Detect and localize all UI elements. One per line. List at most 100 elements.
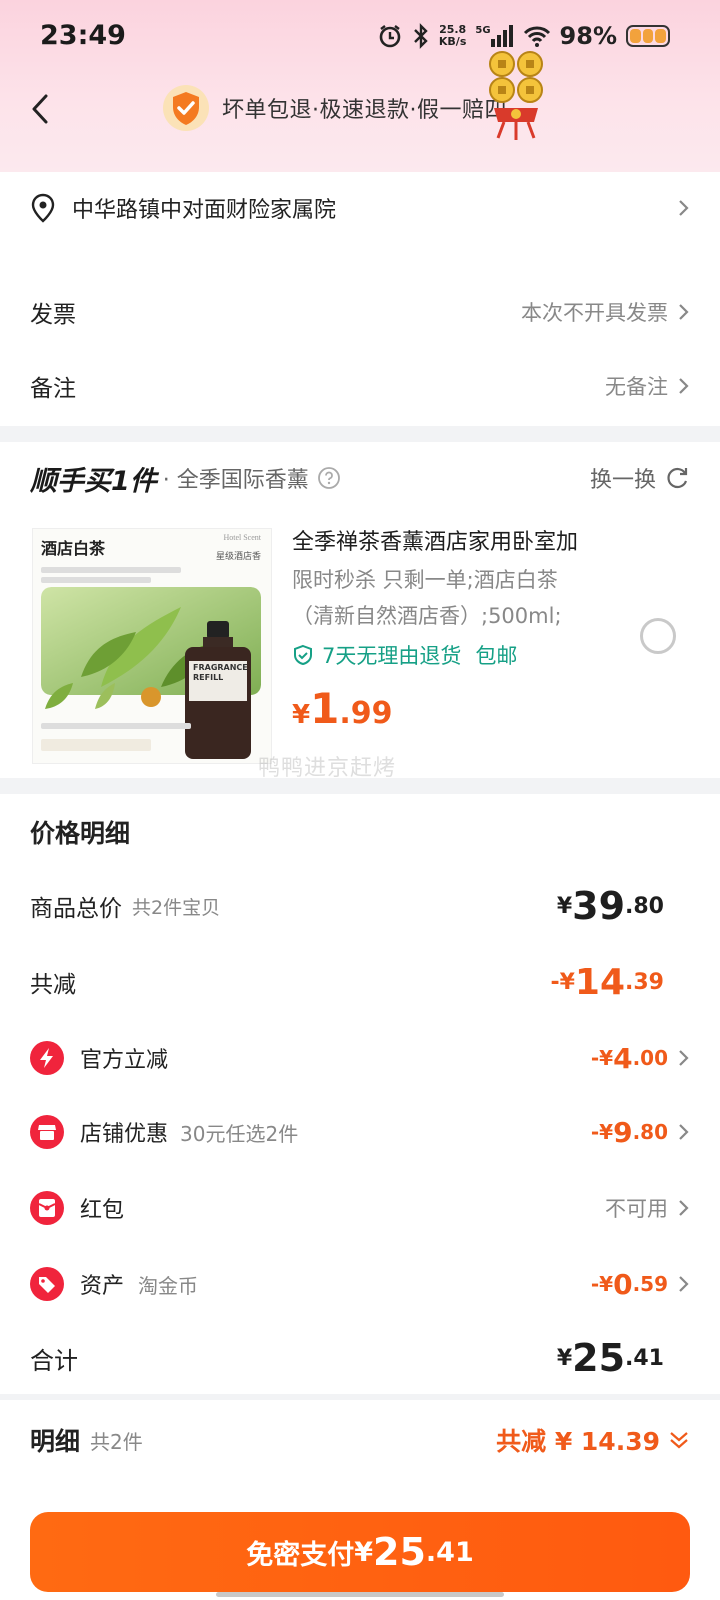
red-packet-label: 红包 bbox=[80, 1198, 125, 1223]
official-discount-row[interactable]: 官方立减 -¥ 4.00 bbox=[30, 1038, 690, 1078]
product-image-brand: Hotel Scent bbox=[223, 533, 261, 542]
total-goods-label: 商品总价 bbox=[30, 896, 122, 922]
pay-amount-dec: .41 bbox=[425, 1536, 474, 1568]
remark-row[interactable]: 备注 无备注 bbox=[30, 368, 690, 404]
invoice-row[interactable]: 发票 本次不开具发票 bbox=[30, 294, 690, 330]
remark-value: 无备注 bbox=[605, 375, 668, 399]
pay-symbol: ¥ bbox=[354, 1536, 374, 1568]
shield-check-icon bbox=[294, 644, 312, 666]
product-info[interactable]: 全季禅茶香薰酒店家用卧室加 限时秒杀 只剩一单;酒店白茶 （清新自然酒店香）;5… bbox=[292, 524, 622, 733]
chevron-right-icon bbox=[679, 304, 689, 320]
price-detail-header: 价格明细 bbox=[30, 812, 690, 852]
product-image[interactable]: 酒店白茶 Hotel Scent 星级酒店香 FRAGRANCE REFILL bbox=[32, 528, 272, 764]
location-pin-icon bbox=[31, 193, 55, 223]
help-icon[interactable] bbox=[317, 466, 341, 490]
home-indicator[interactable] bbox=[216, 1592, 504, 1597]
sum-row: 合计 ¥25.41 bbox=[30, 1336, 690, 1380]
bottom-summary[interactable]: 明细 共2件 共减 ¥ 14.39 bbox=[30, 1420, 690, 1460]
addon-subtitle: · 全季国际香薰 bbox=[162, 468, 309, 493]
alarm-icon bbox=[379, 25, 401, 48]
lightning-icon bbox=[30, 1041, 64, 1075]
red-packet-icon bbox=[30, 1191, 64, 1225]
product-image-bottle-label: FRAGRANCE REFILL bbox=[193, 663, 248, 682]
total-discount-amount: -¥ 14.39 bbox=[550, 961, 664, 1003]
refresh-icon bbox=[667, 467, 688, 489]
free-shipping: 包邮 bbox=[475, 644, 518, 668]
total-goods-count: 共2件宝贝 bbox=[132, 896, 221, 919]
refresh-button[interactable]: 换一换 bbox=[590, 462, 690, 494]
asset-type: 淘金币 bbox=[138, 1273, 199, 1298]
product-image-heading: 酒店白茶 bbox=[41, 539, 106, 558]
return-policy: 7天无理由退货 bbox=[322, 644, 462, 668]
network-type: 5G bbox=[475, 24, 491, 36]
chevron-right-icon bbox=[679, 378, 689, 394]
address-row[interactable]: 中华路镇中对面财险家属院 bbox=[30, 190, 690, 226]
total-discount-row: 共减 -¥ 14.39 bbox=[30, 960, 690, 1004]
status-bar: 23:49 25.8 KB/s 5G 98% bbox=[0, 0, 720, 74]
total-discount-label: 共减 bbox=[30, 972, 76, 998]
asset-label: 资产 bbox=[80, 1274, 125, 1299]
battery-percent: 98% bbox=[559, 22, 617, 50]
wifi-icon bbox=[523, 26, 550, 47]
clock: 23:49 bbox=[40, 20, 126, 51]
guarantee-banner: 坏单包退·极速退款·假一赔四 bbox=[162, 84, 507, 132]
address-text: 中华路镇中对面财险家属院 bbox=[72, 198, 337, 223]
shield-check-icon bbox=[163, 85, 209, 131]
sum-label: 合计 bbox=[30, 1346, 78, 1375]
addon-title: 顺手买1件 bbox=[30, 465, 157, 497]
chevron-right-icon bbox=[679, 200, 689, 216]
battery-icon bbox=[626, 25, 670, 47]
total-goods-row: 商品总价 共2件宝贝 ¥39.80 bbox=[30, 884, 690, 928]
pay-amount-int: 25 bbox=[373, 1530, 426, 1574]
back-arrow-icon[interactable] bbox=[26, 92, 56, 126]
product-desc-line1: 限时秒杀 只剩一单;酒店白茶 bbox=[292, 568, 558, 592]
store-discount-rule: 30元任选2件 bbox=[180, 1121, 299, 1146]
product-price: ¥1.99 bbox=[292, 684, 393, 733]
invoice-label: 发票 bbox=[30, 302, 76, 328]
product-image-subheading: 星级酒店香 bbox=[215, 552, 261, 562]
refill-bottle-icon bbox=[185, 621, 251, 759]
header: 23:49 25.8 KB/s 5G 98% 坏单包退·极速退款·假一赔四 bbox=[0, 0, 720, 172]
bottom-discount: 共减 ¥ 14.39 bbox=[496, 1422, 690, 1458]
store-discount-row[interactable]: 店铺优惠 30元任选2件 -¥ 9.80 bbox=[30, 1112, 690, 1152]
bottom-detail-label: 明细 bbox=[30, 1427, 81, 1456]
addon-select-radio[interactable] bbox=[640, 618, 676, 654]
red-packet-value: 不可用 bbox=[605, 1197, 668, 1221]
price-detail-card: 价格明细 商品总价 共2件宝贝 ¥39.80 共减 -¥ 14.39 官方立减 -… bbox=[0, 794, 720, 1394]
pay-button[interactable]: 免密支付 ¥ 25 .41 bbox=[30, 1512, 690, 1592]
product-desc-line2: （清新自然酒店香）;500ml; bbox=[292, 604, 562, 628]
red-packet-row[interactable]: 红包 不可用 bbox=[30, 1188, 690, 1228]
service-tags: 7天无理由退货 包邮 bbox=[292, 640, 622, 670]
total-goods-amount: ¥39.80 bbox=[556, 884, 664, 928]
price-detail-title: 价格明细 bbox=[30, 819, 131, 848]
leaf-thumbnails-icon bbox=[45, 683, 161, 709]
addon-header: 顺手买1件 · 全季国际香薰 换一换 bbox=[30, 458, 690, 498]
chevron-right-icon bbox=[679, 1050, 689, 1066]
store-discount-amount: -¥ 9.80 bbox=[591, 1116, 690, 1149]
order-info-card: 中华路镇中对面财险家属院 发票 本次不开具发票 备注 无备注 bbox=[0, 172, 720, 426]
signal-icon bbox=[490, 25, 513, 47]
official-discount-amount: -¥ 4.00 bbox=[591, 1042, 690, 1075]
status-icons: 25.8 KB/s 5G 98% bbox=[377, 22, 670, 50]
refresh-label: 换一换 bbox=[589, 468, 656, 493]
asset-amount: -¥ 0.59 bbox=[591, 1268, 690, 1301]
bluetooth-icon bbox=[414, 23, 428, 49]
tag-icon bbox=[30, 1267, 64, 1301]
bottom-count: 共2件 bbox=[90, 1429, 143, 1454]
coins-decoration-icon bbox=[489, 51, 543, 140]
double-chevron-down-icon bbox=[670, 1432, 688, 1449]
invoice-value: 本次不开具发票 bbox=[521, 301, 668, 325]
chevron-right-icon bbox=[679, 1200, 689, 1216]
store-discount-label: 店铺优惠 bbox=[80, 1122, 169, 1147]
remark-label: 备注 bbox=[30, 376, 76, 402]
product-title: 全季禅茶香薰酒店家用卧室加 bbox=[292, 530, 579, 555]
guarantee-text: 坏单包退·极速退款·假一赔四 bbox=[222, 98, 507, 123]
store-icon bbox=[30, 1115, 64, 1149]
pay-label: 免密支付 bbox=[246, 1539, 355, 1571]
chevron-right-icon bbox=[679, 1124, 689, 1140]
network-speed: 25.8 KB/s bbox=[438, 23, 467, 48]
asset-row[interactable]: 资产 淘金币 -¥ 0.59 bbox=[30, 1264, 690, 1304]
chevron-right-icon bbox=[679, 1276, 689, 1292]
official-discount-label: 官方立减 bbox=[80, 1048, 169, 1073]
watermark: 鸭鸭进京赶烤 bbox=[258, 756, 397, 781]
